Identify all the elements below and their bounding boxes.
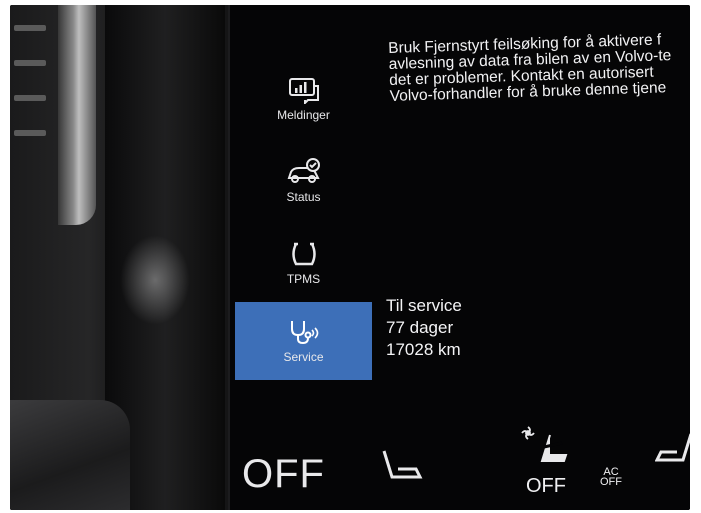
- vent-slat: [14, 95, 46, 101]
- seat-heat-icon[interactable]: [380, 447, 424, 492]
- sidebar-item-status[interactable]: Status: [235, 142, 372, 220]
- vent-slat: [14, 25, 46, 31]
- chrome-trim: [58, 5, 96, 225]
- photo-frame: Meldinger Status TPMS Service Bruk Fjern…: [10, 5, 690, 510]
- vent-slat: [14, 130, 46, 136]
- sidebar-item-label: Service: [283, 350, 324, 364]
- sidebar-item-label: TPMS: [286, 272, 321, 286]
- passenger-seat-icon[interactable]: [654, 430, 690, 475]
- messages-icon: [287, 76, 321, 104]
- service-distance: 17028 km: [386, 340, 461, 359]
- service-days: 77 dager: [386, 318, 454, 337]
- glare-reflection: [120, 235, 190, 325]
- sidebar-item-tpms[interactable]: TPMS: [235, 224, 372, 302]
- sidebar-item-meldinger[interactable]: Meldinger: [235, 60, 372, 138]
- sidebar-item-service[interactable]: Service: [235, 302, 372, 380]
- service-title: Til service: [386, 296, 462, 315]
- ac-off-label: OFF: [600, 476, 622, 488]
- car-status-icon: [285, 158, 323, 186]
- vent-slat: [14, 60, 46, 66]
- sidebar-item-label: Meldinger: [277, 108, 330, 122]
- dashboard-bezel: [10, 5, 235, 510]
- dashboard-lower-panel: [10, 400, 130, 510]
- sidebar-item-label: Status: [286, 190, 321, 204]
- stethoscope-icon: [287, 318, 321, 346]
- fan-off-button[interactable]: OFF: [242, 452, 325, 497]
- climate-bar: OFF OFF AC OFF: [230, 425, 690, 510]
- infotainment-screen: Meldinger Status TPMS Service Bruk Fjern…: [228, 5, 690, 510]
- tire-pressure-icon: [289, 240, 319, 268]
- seat-ventilation-icon[interactable]: [520, 425, 572, 478]
- ac-off-button[interactable]: AC OFF: [600, 467, 622, 488]
- seat-vent-off-label: OFF: [526, 475, 566, 497]
- remote-diagnostics-info: Bruk Fjernstyrt feilsøking for å aktiver…: [388, 31, 690, 105]
- service-summary: Til service 77 dager 17028 km: [386, 295, 462, 361]
